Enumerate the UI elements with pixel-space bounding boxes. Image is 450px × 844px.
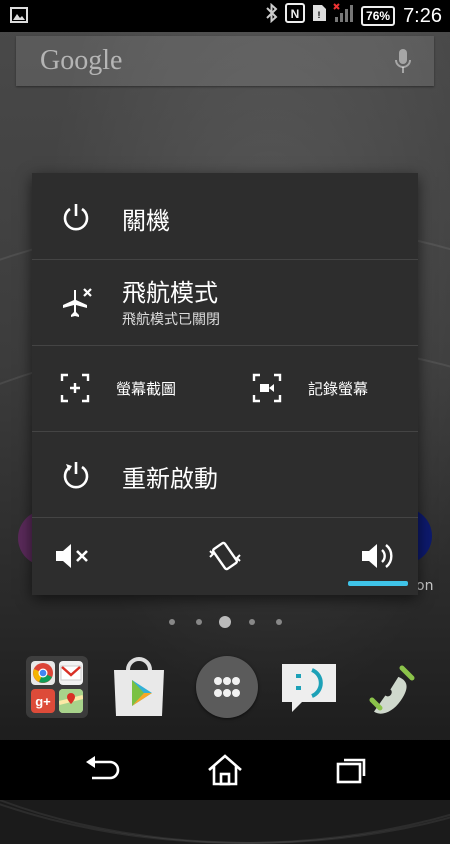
page-dot[interactable]: [196, 619, 202, 625]
gmail-icon: [59, 661, 83, 685]
signal-icon: [333, 2, 355, 30]
app-drawer-icon[interactable]: [196, 656, 258, 718]
screen-record-label: 記錄螢幕: [308, 380, 369, 398]
restart-icon: [60, 459, 92, 495]
power-icon: [60, 201, 92, 237]
svg-text:!: !: [318, 10, 321, 20]
page-indicator: [0, 614, 450, 630]
capture-row: 螢幕截圖 記錄螢幕: [32, 345, 418, 432]
image-notification-icon: [10, 7, 28, 27]
vibrate-icon[interactable]: [207, 539, 243, 577]
volume-mute-icon[interactable]: [54, 541, 92, 575]
google-logo: Google: [40, 45, 123, 76]
svg-text:g+: g+: [35, 694, 51, 709]
mic-icon[interactable]: [394, 47, 412, 79]
nfc-icon: N: [285, 2, 306, 30]
sound-mode-selected-indicator: [348, 581, 408, 586]
play-store-icon[interactable]: [108, 656, 170, 718]
screen-record-icon: [252, 373, 282, 407]
navigation-bar: [0, 740, 450, 800]
google-search-bar[interactable]: Google: [16, 36, 434, 86]
phone-icon[interactable]: [362, 656, 424, 718]
status-bar: N ! 76% 7:26: [0, 0, 450, 32]
google-plus-icon: g+: [31, 689, 55, 713]
airplane-mode-label: 飛航模式: [122, 279, 218, 307]
power-off-label: 關機: [122, 207, 170, 235]
clock: 7:26: [403, 4, 442, 27]
power-off-item[interactable]: 關機: [32, 173, 418, 260]
bluetooth-icon: [265, 2, 279, 30]
volume-on-icon[interactable]: [360, 541, 396, 575]
battery-indicator: 76%: [361, 6, 396, 26]
airplane-icon: [60, 287, 94, 323]
svg-text:N: N: [291, 7, 300, 21]
messaging-icon[interactable]: [278, 656, 340, 718]
airplane-mode-status: 飛航模式已關閉: [122, 312, 220, 328]
page-dot[interactable]: [249, 619, 255, 625]
screenshot-icon: [60, 373, 90, 407]
airplane-mode-item[interactable]: 飛航模式 飛航模式已關閉: [32, 259, 418, 346]
page-dot-active[interactable]: [219, 616, 231, 628]
restart-item[interactable]: 重新啟動: [32, 431, 418, 518]
home-icon[interactable]: [205, 754, 245, 786]
screenshot-label: 螢幕截圖: [116, 380, 177, 398]
google-apps-folder[interactable]: g+: [26, 656, 88, 718]
recents-icon[interactable]: [332, 754, 372, 786]
chrome-icon: [31, 661, 55, 685]
page-dot[interactable]: [276, 619, 282, 625]
maps-icon: [58, 689, 84, 713]
power-menu-dialog: 關機 飛航模式 飛航模式已關閉 螢幕截圖 記錄螢幕 重新啟動: [32, 173, 418, 595]
screenshot-item[interactable]: 螢幕截圖: [32, 345, 225, 431]
restart-label: 重新啟動: [122, 465, 218, 493]
screen-record-item[interactable]: 記錄螢幕: [225, 345, 418, 431]
widget-fragment-text: on: [416, 578, 434, 594]
page-dot[interactable]: [169, 619, 175, 625]
sim-missing-icon: !: [311, 3, 327, 30]
back-icon[interactable]: [82, 754, 122, 786]
